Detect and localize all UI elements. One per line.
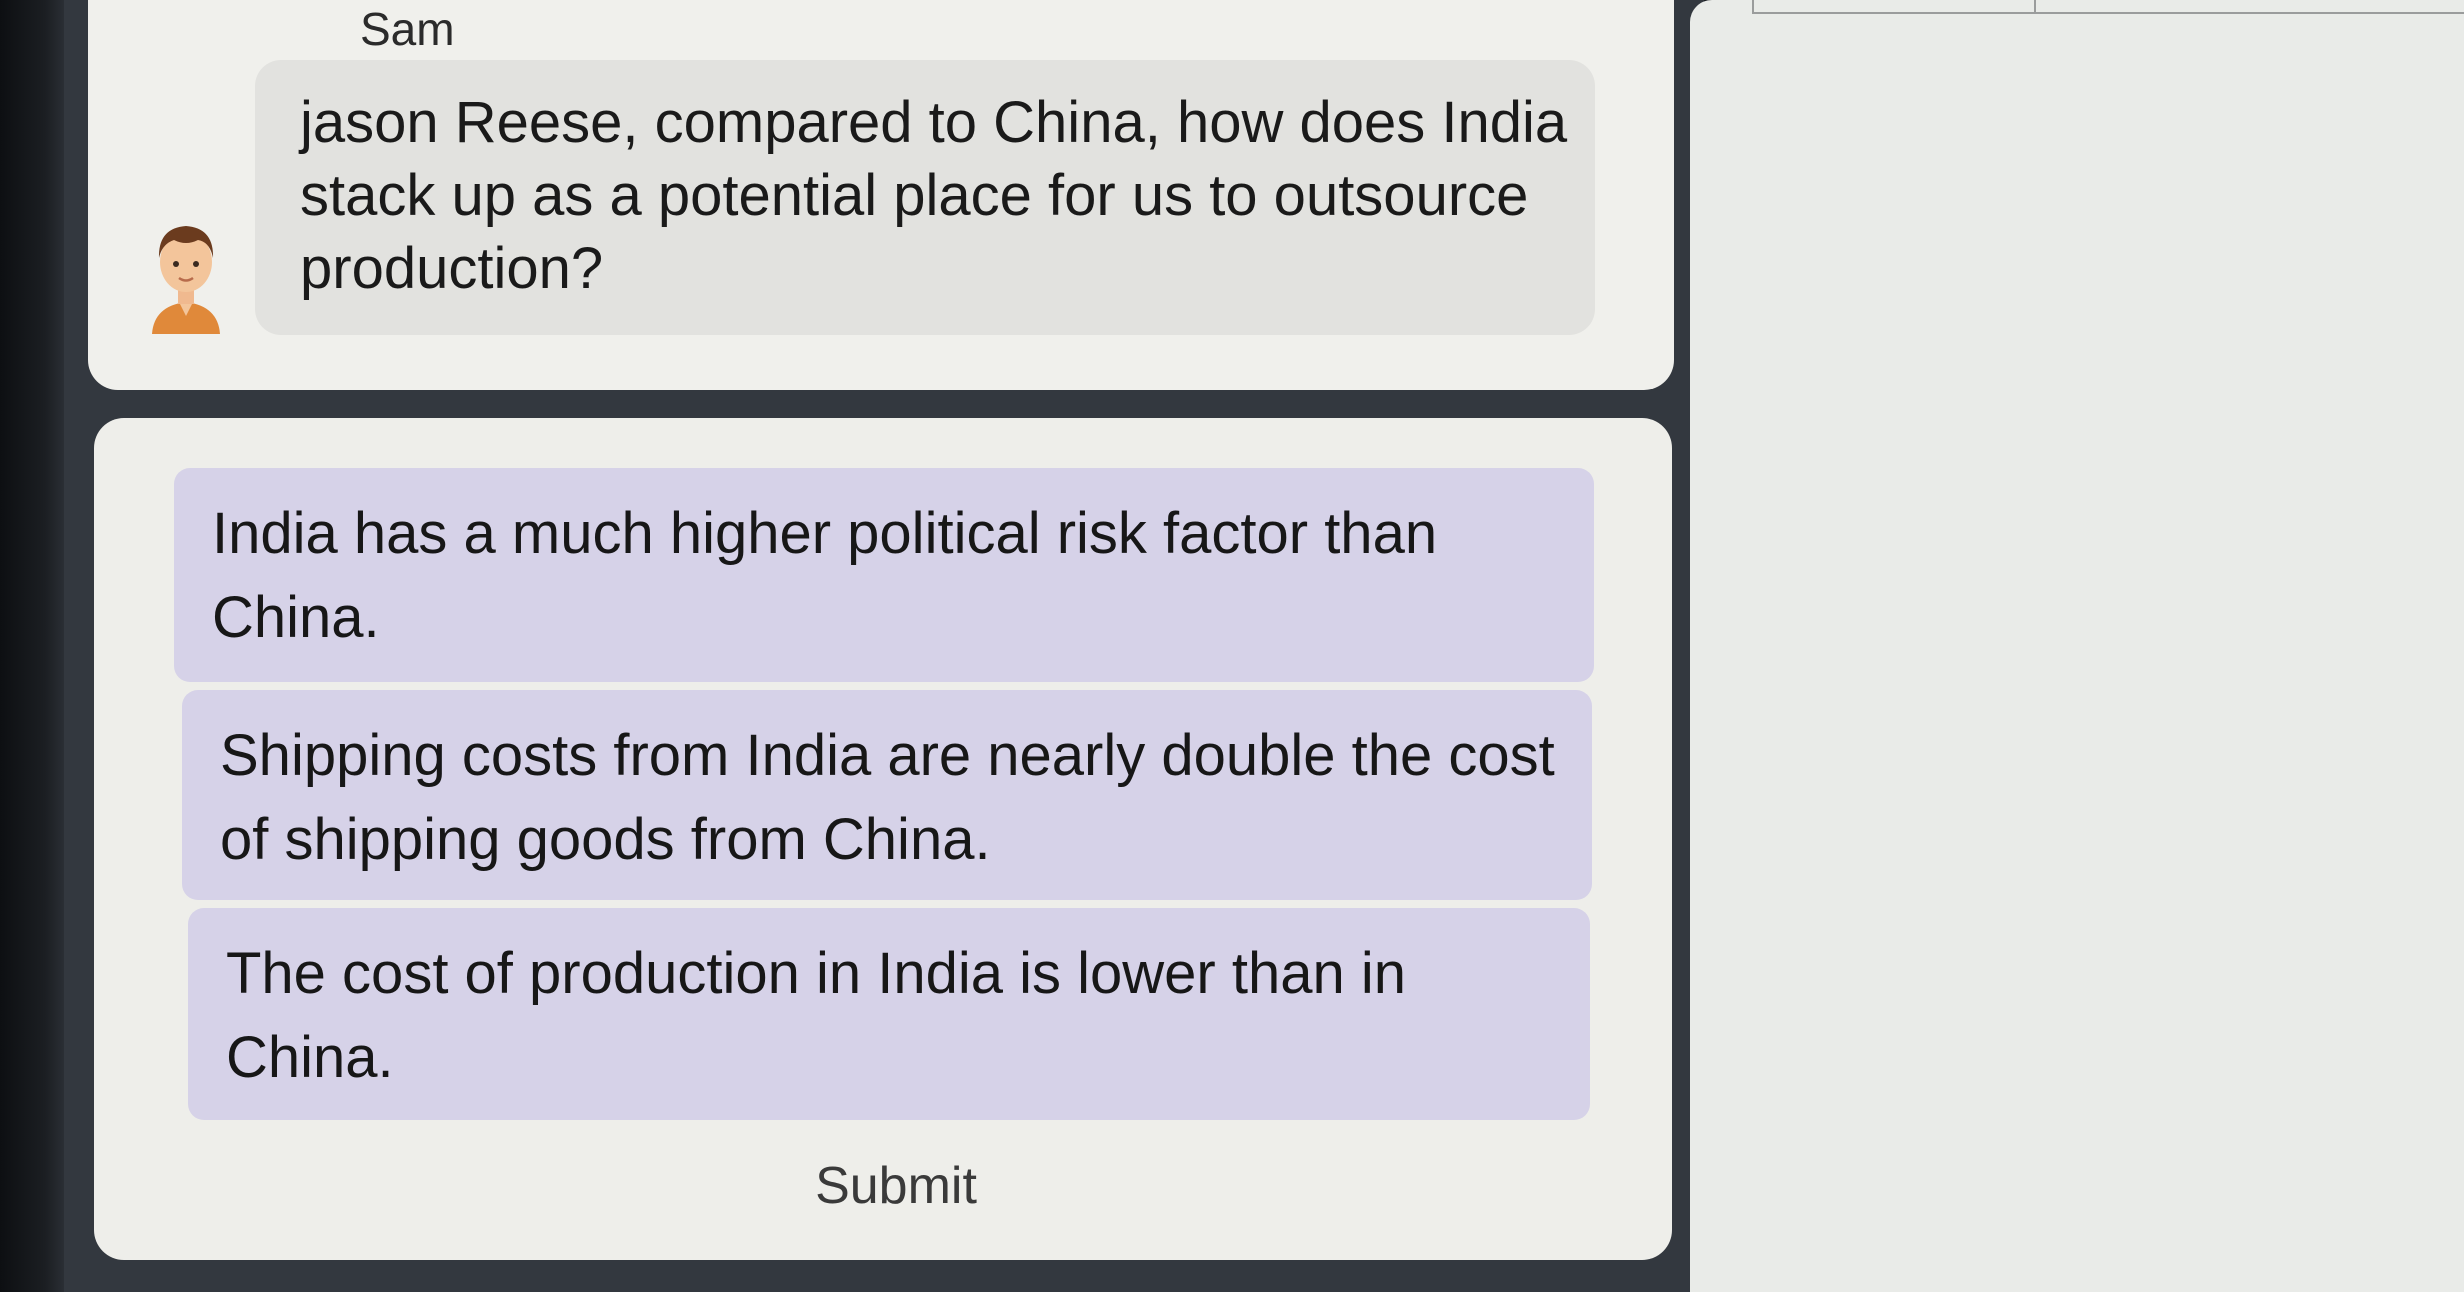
right-panel-top-box	[1752, 0, 2464, 14]
sender-name: Sam	[360, 3, 455, 55]
answer-option[interactable]: Shipping costs from India are nearly dou…	[182, 690, 1592, 900]
submit-button[interactable]: Submit	[706, 1146, 1086, 1226]
answer-option[interactable]: The cost of production in India is lower…	[188, 908, 1590, 1120]
answer-option-label: The cost of production in India is lower…	[226, 941, 1406, 1090]
message-text: jason Reese, compared to China, how does…	[300, 90, 1568, 301]
answer-option-label: India has a much higher political risk f…	[212, 501, 1438, 650]
right-panel	[1690, 0, 2464, 1292]
person-avatar-icon	[146, 210, 226, 334]
right-panel-divider	[2034, 0, 2036, 12]
answer-option-label: Shipping costs from India are nearly dou…	[220, 723, 1555, 872]
screen-bezel	[0, 0, 64, 1292]
answer-option[interactable]: India has a much higher political risk f…	[174, 468, 1594, 682]
